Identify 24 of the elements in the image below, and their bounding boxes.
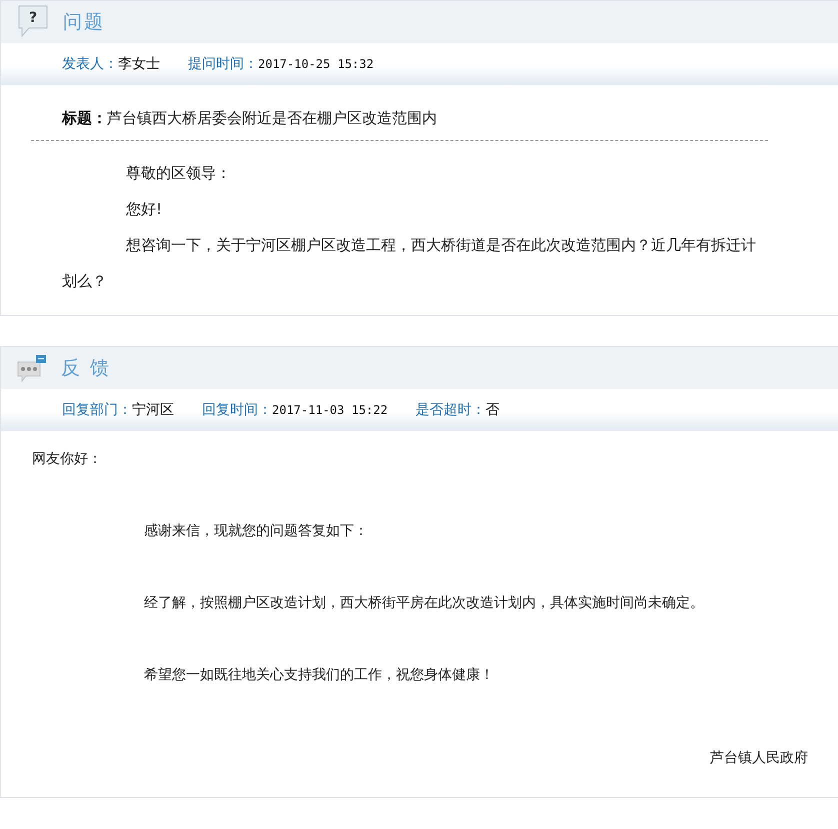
section-title: 反 馈 — [61, 356, 112, 381]
field-label: 发表人： — [62, 55, 118, 73]
reply-greeting: 网友你好： — [32, 450, 103, 469]
field-label: 是否超时： — [416, 401, 486, 419]
title-label: 标题： — [62, 109, 107, 128]
reply-signature: 芦台镇人民政府 — [710, 750, 808, 766]
reply-paragraph: 希望您一如既往地关心支持我们的工作，祝您身体健康！ — [143, 666, 495, 685]
field-value: 宁河区 — [132, 401, 174, 419]
reply-paragraph: 经了解，按照棚户区改造计划，西大桥街平房在此次改造计划内，具体实施时间尚未确定。 — [143, 594, 705, 613]
message-paragraph: 您好! — [125, 199, 164, 220]
field-label: 回复时间： — [202, 401, 272, 419]
message-paragraph: 想咨询一下，关于宁河区棚户区改造工程，西大桥街道是否在此次改造范围内？近几年有拆迁计划么？ — [62, 235, 757, 292]
question-title: 芦台镇西大桥居委会附近是否在棚户区改造范围内 — [107, 109, 437, 128]
field-value: 2017-10-25 15:32 — [258, 57, 374, 71]
message-paragraph: 尊敬的区领导： — [125, 163, 232, 184]
field-value: 2017-11-03 15:22 — [272, 403, 388, 417]
question-bubble-icon: ? — [17, 4, 49, 40]
field-label: 回复部门： — [62, 401, 132, 419]
field-value: 李女士 — [118, 55, 160, 73]
chat-bubble-icon — [17, 354, 47, 382]
reply-paragraph: 感谢来信，现就您的问题答复如下： — [143, 522, 369, 541]
field-label: 提问时间： — [188, 55, 258, 73]
field-value: 否 — [486, 401, 500, 419]
section-title: 问题 — [63, 10, 105, 35]
